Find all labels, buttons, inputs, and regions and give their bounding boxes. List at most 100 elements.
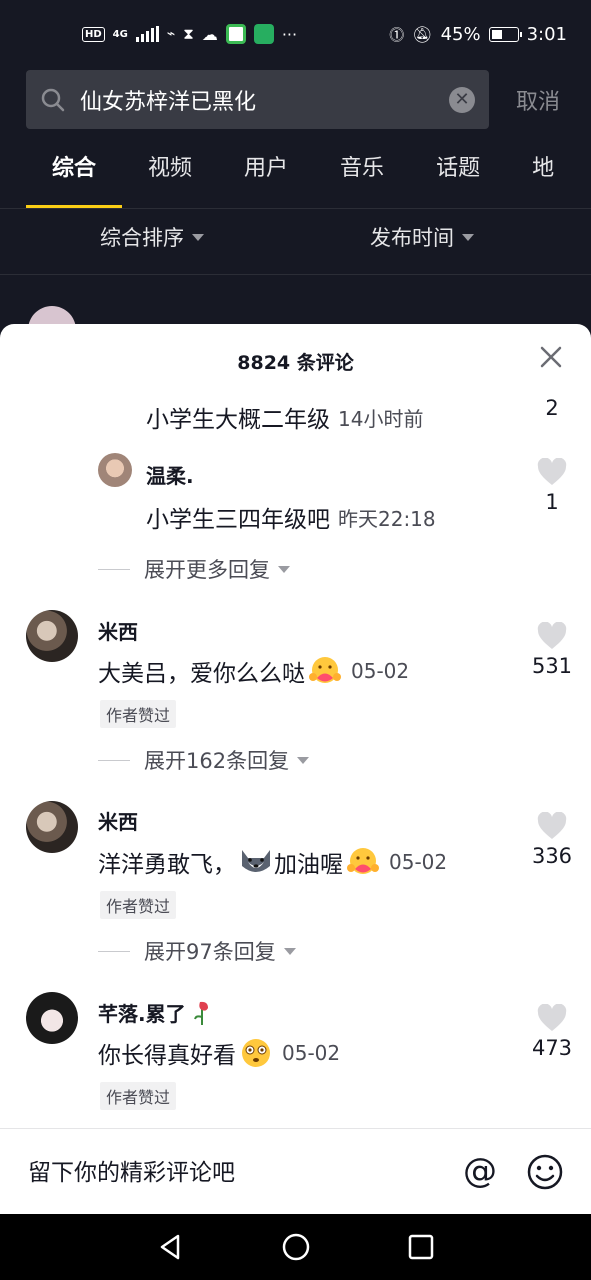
like-count: 473 xyxy=(531,1036,573,1060)
commenter-name[interactable]: 米西 xyxy=(98,806,138,835)
comment-time: 14小时前 xyxy=(338,406,424,431)
emoji-picker-icon[interactable] xyxy=(526,1153,564,1191)
expand-label: 展开162条回复 xyxy=(144,749,290,773)
caret-down-icon xyxy=(192,233,204,241)
tab-comprehensive[interactable]: 综合 xyxy=(25,150,123,208)
tab-user[interactable]: 用户 xyxy=(244,150,288,208)
divider xyxy=(0,208,591,209)
like-button[interactable]: 2 xyxy=(522,392,582,420)
sort-publish-time-label: 发布时间 xyxy=(370,226,454,250)
author-liked-badge: 作者赞过 xyxy=(100,891,177,919)
more-icon: ··· xyxy=(281,24,298,44)
divider xyxy=(98,950,130,952)
mute-icon: 🔕︎ xyxy=(412,24,433,44)
comment-text: 洋洋勇敢飞， 加油喔 05-02 xyxy=(98,845,447,879)
search-tabs: 综合 视频 用户 音乐 话题 地 xyxy=(0,150,591,208)
avatar[interactable] xyxy=(26,610,78,662)
expand-label: 展开更多回复 xyxy=(144,558,270,582)
svg-text:@: @ xyxy=(463,1151,497,1191)
screen: HD 4G ⌁ ⧗ ☁ ··· ⓵ 🔕︎ 45% 3:01 仙女苏梓洋已黑化 ✕… xyxy=(0,0,591,1280)
cloud-icon: ☁ xyxy=(201,24,218,44)
comment-text: 你长得真好看 05-02 xyxy=(98,1036,340,1070)
search-input[interactable]: 仙女苏梓洋已黑化 xyxy=(80,84,449,116)
heart-icon xyxy=(537,1004,567,1031)
divider xyxy=(98,568,130,570)
sort-comprehensive[interactable]: 综合排序 xyxy=(100,222,204,252)
battery-percent: 45% xyxy=(440,23,481,45)
comment-body: 大美吕，爱你么么哒 xyxy=(98,661,305,687)
wave-icon: ⌁ xyxy=(166,26,176,42)
like-button[interactable]: 473 xyxy=(522,1004,582,1060)
recents-icon[interactable] xyxy=(406,1232,436,1262)
tab-video[interactable]: 视频 xyxy=(148,150,192,208)
comment-count-title: 8824 条评论 xyxy=(237,352,354,374)
hug-emoji-icon xyxy=(347,848,379,874)
tab-topic[interactable]: 话题 xyxy=(436,150,480,208)
commenter-name-label: 芊落.累了 xyxy=(98,1002,186,1026)
clock: 3:01 xyxy=(526,23,567,45)
comment-body: 洋洋勇敢飞， xyxy=(98,852,236,878)
avatar[interactable] xyxy=(26,992,78,1044)
wilted-rose-icon xyxy=(193,1001,208,1025)
system-nav-bar xyxy=(0,1214,591,1280)
avatar[interactable] xyxy=(98,453,132,487)
back-icon[interactable] xyxy=(155,1232,185,1262)
caret-down-icon xyxy=(297,756,310,764)
sort-publish-time[interactable]: 发布时间 xyxy=(370,222,474,252)
caret-down-icon xyxy=(462,233,474,241)
search-bar[interactable]: 仙女苏梓洋已黑化 ✕ xyxy=(26,70,489,129)
hug-emoji-icon xyxy=(309,657,341,683)
divider xyxy=(98,759,130,761)
battery-icon xyxy=(488,26,522,42)
comment-time: 05-02 xyxy=(351,659,410,683)
commenter-name[interactable]: 米西 xyxy=(98,616,138,645)
heart-icon xyxy=(537,812,567,839)
comment-input[interactable]: 留下你的精彩评论吧 xyxy=(28,1153,235,1187)
husky-emoji-icon xyxy=(242,850,270,872)
sort-bar: 综合排序 发布时间 xyxy=(0,222,591,262)
comment-text: 小学生大概二年级 14小时前 xyxy=(146,400,423,434)
heart-icon xyxy=(537,458,567,485)
tab-music[interactable]: 音乐 xyxy=(340,150,384,208)
close-icon[interactable] xyxy=(538,344,564,370)
commenter-name[interactable]: 温柔. xyxy=(146,460,194,489)
network-gen: 4G xyxy=(112,28,128,40)
expand-replies[interactable]: 展开97条回复 xyxy=(98,936,296,966)
divider xyxy=(0,274,591,275)
comment-input-bar: 留下你的精彩评论吧 @ xyxy=(0,1128,591,1214)
comment-text: 大美吕，爱你么么哒 05-02 xyxy=(98,654,409,688)
heart-icon xyxy=(537,622,567,649)
commenter-name[interactable]: 芊落.累了 xyxy=(98,998,214,1027)
app-icon-2 xyxy=(253,24,274,44)
signal-icon xyxy=(135,26,159,42)
caret-down-icon xyxy=(283,947,296,955)
expand-replies[interactable]: 展开162条回复 xyxy=(98,745,310,775)
app-icon-1 xyxy=(225,24,246,44)
comment-body: 你长得真好看 xyxy=(98,1043,236,1069)
hd-icon: HD xyxy=(82,26,105,42)
expand-label: 展开97条回复 xyxy=(144,940,276,964)
comment-time: 昨天22:18 xyxy=(338,506,436,531)
comment-body: 加油喔 xyxy=(274,852,343,878)
avatar[interactable] xyxy=(26,801,78,853)
home-icon[interactable] xyxy=(281,1232,311,1262)
status-bar: HD 4G ⌁ ⧗ ☁ ··· ⓵ 🔕︎ 45% 3:01 xyxy=(0,0,591,68)
tab-location[interactable]: 地 xyxy=(532,150,554,208)
like-button[interactable]: 531 xyxy=(522,622,582,678)
flushed-emoji-icon xyxy=(242,1039,270,1067)
like-button[interactable]: 336 xyxy=(522,812,582,868)
search-icon xyxy=(41,88,65,111)
comment-body: 小学生大概二年级 xyxy=(146,407,330,433)
comment-time: 05-02 xyxy=(389,850,448,874)
comment-text: 小学生三四年级吧 昨天22:18 xyxy=(146,500,436,534)
expand-replies[interactable]: 展开更多回复 xyxy=(98,554,290,584)
hourglass-icon: ⧗ xyxy=(183,25,194,43)
like-count: 1 xyxy=(545,490,559,514)
comment-body: 小学生三四年级吧 xyxy=(146,507,330,533)
cancel-button[interactable]: 取消 xyxy=(516,84,560,116)
like-count: 531 xyxy=(531,654,573,678)
at-mention-icon[interactable]: @ xyxy=(460,1151,500,1191)
sort-comprehensive-label: 综合排序 xyxy=(100,226,184,250)
clear-icon[interactable]: ✕ xyxy=(449,86,475,113)
like-button[interactable]: 1 xyxy=(522,458,582,514)
